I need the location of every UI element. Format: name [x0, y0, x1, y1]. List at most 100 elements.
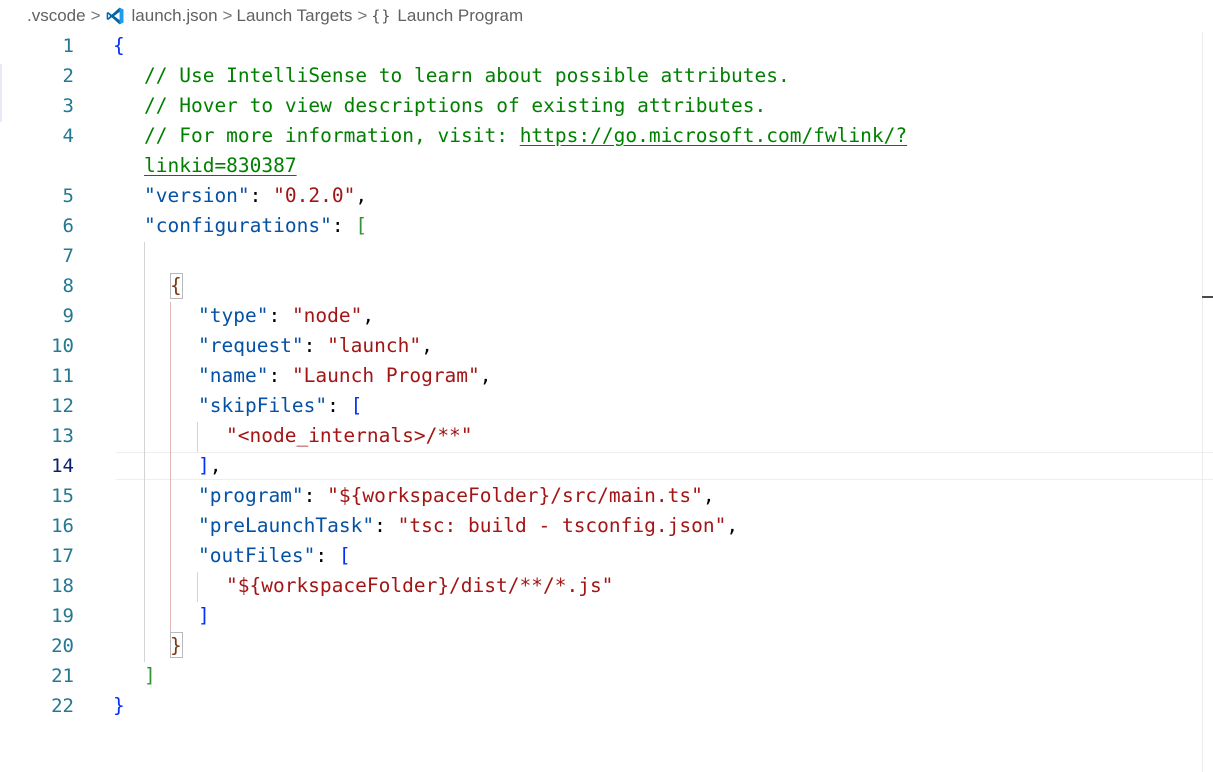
code-line: 15 "program": "${workspaceFolder}/src/ma…: [0, 481, 1213, 511]
comma: ,: [362, 304, 375, 327]
open-bracket: [: [355, 214, 368, 237]
code-line: 19 ]: [0, 601, 1213, 631]
line-number: 2: [62, 65, 74, 87]
colon: :: [268, 364, 292, 387]
line-number: 11: [51, 365, 74, 387]
breadcrumb-symbol[interactable]: {} Launch Program: [371, 6, 523, 26]
code-line: 3 // Hover to view descriptions of exist…: [0, 91, 1213, 121]
json-close: ],: [198, 451, 222, 481]
json-value: "launch": [327, 334, 422, 357]
line-number: 10: [51, 335, 74, 357]
comma: ,: [421, 334, 433, 357]
line-number: 18: [51, 575, 74, 597]
comment-link-continued[interactable]: linkid=830387: [144, 151, 297, 181]
open-bracket: [: [350, 394, 363, 417]
comment-link[interactable]: https://go.microsoft.com/fwlink/?: [520, 124, 907, 147]
json-value: "Launch Program": [291, 364, 480, 387]
line-number: 7: [62, 245, 74, 267]
breadcrumb-section-label: Launch Targets: [236, 6, 353, 25]
breadcrumb-separator: >: [357, 6, 368, 25]
code-line: 2 // Use IntelliSense to learn about pos…: [0, 61, 1213, 91]
code-line: 8 {: [0, 271, 1213, 301]
line-number: 4: [62, 125, 74, 147]
breadcrumb-file[interactable]: launch.json: [105, 6, 218, 26]
json-property: "skipFiles": [: [198, 391, 362, 421]
code-line: 12 "skipFiles": [: [0, 391, 1213, 421]
json-key: "version": [144, 184, 250, 207]
json-key: "name": [198, 364, 269, 387]
json-key: "outFiles": [198, 544, 316, 567]
json-value: "<node_internals>/**": [226, 424, 473, 447]
code-line: 1 {: [0, 31, 1213, 61]
open-brace: {: [113, 34, 125, 57]
code-line: 6 "configurations": [: [0, 211, 1213, 241]
comment: // Hover to view descriptions of existin…: [144, 94, 767, 117]
breadcrumb-folder-label: .vscode: [27, 6, 86, 25]
json-property: "version": "0.2.0",: [144, 181, 367, 211]
code-line: 11 "name": "Launch Program",: [0, 361, 1213, 391]
colon: :: [331, 214, 356, 237]
code-line: 13 "<node_internals>/**": [0, 421, 1213, 451]
code-line: 10 "request": "launch",: [0, 331, 1213, 361]
line-number: 14: [51, 455, 74, 477]
comma: ,: [702, 484, 715, 507]
colon: :: [303, 334, 328, 357]
line-number: 6: [62, 215, 74, 237]
line-number: 3: [62, 95, 74, 117]
comment: // For more information, visit:: [144, 124, 520, 147]
braces-icon: {}: [371, 7, 392, 25]
breadcrumb-folder[interactable]: .vscode: [27, 6, 86, 26]
vscode-logo-icon: [106, 7, 123, 25]
json-property: "preLaunchTask": "tsc: build - tsconfig.…: [198, 511, 738, 541]
close-brace: }: [170, 634, 182, 657]
code-line: 17 "outFiles": [: [0, 541, 1213, 571]
line-number: 5: [62, 185, 74, 207]
code-line: 7: [0, 241, 1213, 271]
comma: ,: [355, 184, 368, 207]
code-line: 5 "version": "0.2.0",: [0, 181, 1213, 211]
vertical-scrollbar[interactable]: [1202, 32, 1213, 772]
line-number: 19: [51, 605, 74, 627]
breadcrumb-separator: >: [90, 6, 101, 25]
close-bracket: ]: [144, 664, 156, 687]
json-property: "program": "${workspaceFolder}/src/main.…: [198, 481, 715, 511]
breadcrumb-symbol-label: Launch Program: [397, 6, 524, 25]
line-number: 1: [62, 35, 74, 57]
json-key: "request": [198, 334, 304, 357]
colon: :: [315, 544, 339, 567]
line-number: 22: [51, 695, 74, 717]
code-line: 20 }: [0, 631, 1213, 661]
overview-ruler-cursor-marker: [1202, 296, 1213, 298]
line-number: 17: [51, 545, 74, 567]
json-property: "type": "node",: [198, 301, 374, 331]
json-value: "${workspaceFolder}/dist/**/*.js": [226, 574, 614, 597]
code-line: 16 "preLaunchTask": "tsc: build - tsconf…: [0, 511, 1213, 541]
close-brace: }: [113, 694, 125, 717]
line-number: 20: [51, 635, 74, 657]
json-key: "skipFiles": [198, 394, 328, 417]
json-property: "name": "Launch Program",: [198, 361, 492, 391]
breadcrumb: .vscode > launch.json > Launch Targets >…: [27, 4, 523, 28]
line-number: 13: [51, 425, 74, 447]
breadcrumb-file-label: launch.json: [131, 6, 218, 25]
colon: :: [268, 304, 292, 327]
json-key: "program": [198, 484, 304, 507]
json-key: "configurations": [144, 214, 332, 237]
close-bracket: ]: [198, 454, 210, 477]
breadcrumb-section[interactable]: Launch Targets: [236, 6, 352, 26]
line-number: 15: [51, 485, 74, 507]
line-number: 8: [62, 275, 74, 297]
code-line: 18 "${workspaceFolder}/dist/**/*.js": [0, 571, 1213, 601]
code-line: 4 // For more information, visit: https:…: [0, 121, 1213, 151]
colon: :: [374, 514, 398, 537]
comment: // Use IntelliSense to learn about possi…: [144, 64, 790, 87]
comma: ,: [209, 454, 222, 477]
code-line-wrap: linkid=830387: [0, 151, 1213, 181]
breadcrumb-separator: >: [222, 6, 233, 25]
json-value: "${workspaceFolder}/src/main.ts": [327, 484, 703, 507]
json-property: "request": "launch",: [198, 331, 433, 361]
editor-window: { "breadcrumb": { "folder": ".vscode", "…: [0, 0, 1213, 772]
comma: ,: [726, 514, 739, 537]
json-value: "tsc: build - tsconfig.json": [397, 514, 727, 537]
comment-with-link: // For more information, visit: https://…: [144, 121, 907, 151]
